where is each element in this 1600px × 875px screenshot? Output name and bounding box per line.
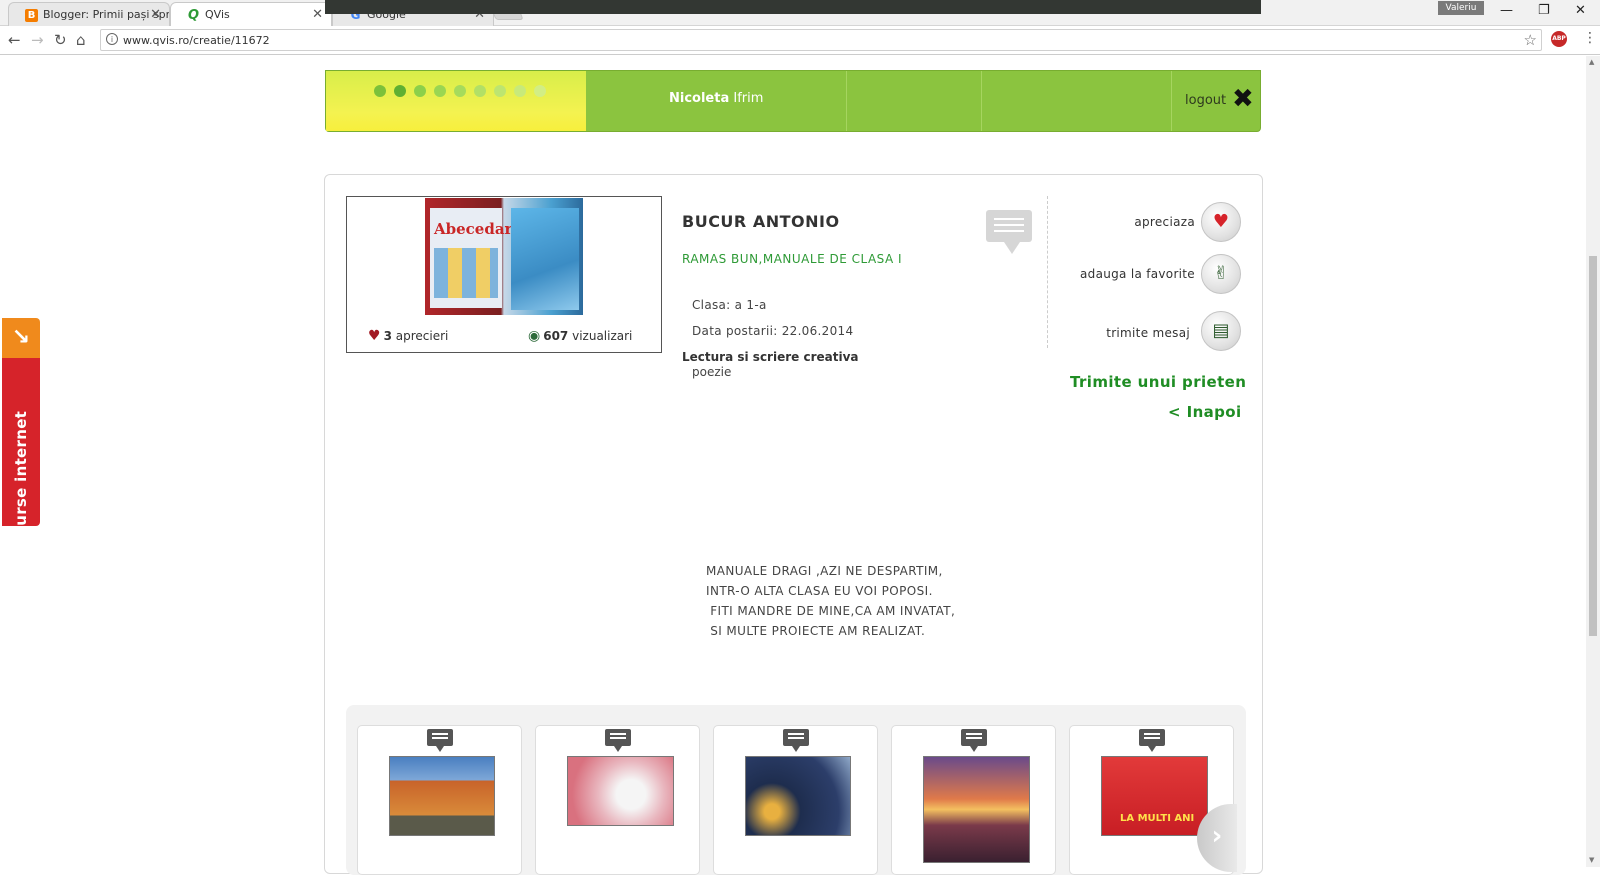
decor-dot (494, 85, 506, 97)
user-first-name: Nicoleta (669, 91, 730, 106)
comment-icon (783, 729, 809, 752)
nav-yellow-block (326, 71, 586, 131)
sidetab-body[interactable]: resurse internet (2, 358, 40, 526)
decor-dot (534, 85, 546, 97)
header-dark-strip (325, 0, 1261, 14)
poem-line: INTR-O ALTA CLASA EU VOI POPOSI. (706, 584, 933, 598)
creation-category: Lectura si scriere creativa (682, 350, 859, 364)
sidetab-label: resurse internet (12, 410, 30, 526)
gallery-thumb-school[interactable] (389, 756, 495, 836)
resurse-internet-tab[interactable]: ↘ resurse internet (2, 318, 40, 526)
creation-clasa: Clasa: a 1-a (692, 298, 767, 312)
decor-dot (454, 85, 466, 97)
comment-icon (427, 729, 453, 752)
nav-user-name[interactable]: Nicoleta Ifrim (669, 91, 763, 106)
creation-title: RAMAS BUN,MANUALE DE CLASA I (682, 252, 903, 266)
book-cover-title: Abecedar (434, 220, 513, 238)
poem-line: MANUALE DRAGI ,AZI NE DESPARTIM, (706, 564, 943, 578)
logout-link[interactable]: logout (1185, 93, 1226, 108)
views-label: vizualizari (572, 329, 633, 343)
arrow-down-right-icon[interactable]: ↘ (2, 318, 40, 358)
send-to-friend-link[interactable]: Trimite unui prieten (1070, 373, 1246, 391)
gallery-thumb-sunset[interactable] (923, 756, 1030, 863)
decor-dot (434, 85, 446, 97)
poem-line: SI MULTE PROIECTE AM REALIZAT. (706, 624, 926, 638)
tab-qvis[interactable]: Q QVis ✕ (170, 2, 332, 27)
scroll-down-icon[interactable]: ▼ (1589, 856, 1594, 864)
menu-dots-icon[interactable]: ⋮ (1583, 30, 1597, 46)
decor-dot (514, 85, 526, 97)
main-nav: Nicoleta Ifrim logout ✖ (325, 70, 1261, 132)
book-cover-pattern (434, 248, 498, 298)
like-label[interactable]: apreciaza (995, 215, 1195, 229)
url-input[interactable]: i www.qvis.ro/creatie/11672 ☆ (100, 29, 1542, 51)
related-gallery: LA MULTI ANI (346, 705, 1246, 875)
book-cover: Abecedar (430, 208, 512, 308)
like-heart-icon[interactable]: ♥ (1201, 202, 1241, 242)
message-doc-icon[interactable]: ▤ (1201, 311, 1241, 351)
views-count: 607 (543, 329, 569, 343)
gallery-card[interactable] (357, 725, 522, 875)
tab-title: QVis (205, 8, 230, 21)
adblock-icon[interactable]: ABP (1551, 31, 1567, 47)
likes-label: aprecieri (395, 329, 449, 343)
blogger-icon: B (25, 9, 38, 22)
nav-divider (846, 71, 847, 131)
close-icon[interactable]: ✕ (312, 7, 323, 22)
reload-icon[interactable]: ↻ (54, 31, 67, 49)
poem-line: FITI MANDRE DE MINE,CA AM INVATAT, (706, 604, 956, 618)
book-cover-second (511, 208, 579, 310)
gallery-card[interactable] (891, 725, 1056, 875)
scroll-thumb[interactable] (1589, 256, 1597, 636)
nav-divider (1171, 71, 1172, 131)
likes-counter: ♥ 3 aprecieri (368, 328, 448, 344)
creation-author: BUCUR ANTONIO (682, 212, 840, 231)
poem-text: MANUALE DRAGI ,AZI NE DESPARTIM, INTR-O … (706, 561, 955, 641)
heart-icon: ♥ (368, 328, 381, 344)
decor-dot (474, 85, 486, 97)
tab-blogger[interactable]: B Blogger: Primii pași spre ✕ (8, 2, 170, 26)
creation-date: Data postarii: 22.06.2014 (692, 324, 854, 338)
back-link[interactable]: < Inapoi (1168, 403, 1242, 421)
gallery-thumb-greeting[interactable]: LA MULTI ANI (1101, 756, 1208, 836)
decor-dot (414, 85, 426, 97)
decor-dot (374, 85, 386, 97)
bookmark-star-icon[interactable]: ☆ (1524, 31, 1537, 49)
logout-x-icon[interactable]: ✖ (1232, 84, 1254, 114)
gallery-thumb-winter[interactable] (745, 756, 851, 836)
comment-icon (1139, 729, 1165, 752)
forward-arrow-icon[interactable]: → (31, 31, 44, 49)
comment-icon (961, 729, 987, 752)
gallery-thumb-notebook[interactable] (567, 756, 674, 826)
greeting-text: LA MULTI ANI (1120, 813, 1195, 824)
window-user-badge[interactable]: Valeriu (1438, 1, 1484, 15)
creation-image[interactable]: Abecedar (425, 198, 583, 315)
minimize-icon[interactable]: — (1500, 3, 1513, 18)
url-text: www.qvis.ro/creatie/11672 (123, 34, 270, 47)
gallery-card[interactable] (713, 725, 878, 875)
window-close-icon[interactable]: ✕ (1575, 3, 1586, 18)
qvis-icon: Q (187, 8, 200, 23)
gallery-card[interactable] (535, 725, 700, 875)
nav-divider (981, 71, 982, 131)
info-icon[interactable]: i (106, 33, 118, 45)
likes-count: 3 (383, 329, 392, 343)
restore-icon[interactable]: ❐ (1538, 3, 1550, 18)
comment-icon (605, 729, 631, 752)
creation-subcategory: poezie (692, 365, 732, 379)
decor-dot (394, 85, 406, 97)
views-counter: ◉ 607 vizualizari (528, 328, 632, 344)
message-label[interactable]: trimite mesaj (990, 326, 1190, 340)
victory-hand-icon[interactable]: ✌ (1201, 254, 1241, 294)
home-icon[interactable]: ⌂ (76, 31, 86, 49)
eye-icon: ◉ (528, 328, 541, 344)
scrollbar[interactable]: ▲ ▼ (1586, 56, 1600, 867)
scroll-up-icon[interactable]: ▲ (1589, 58, 1594, 66)
address-bar-row: ← → ↻ ⌂ i www.qvis.ro/creatie/11672 ☆ AB… (0, 26, 1600, 55)
close-icon[interactable]: ✕ (150, 7, 161, 22)
favorite-label[interactable]: adauga la favorite (995, 267, 1195, 281)
user-last-name: Ifrim (733, 91, 764, 106)
back-arrow-icon[interactable]: ← (8, 31, 21, 49)
